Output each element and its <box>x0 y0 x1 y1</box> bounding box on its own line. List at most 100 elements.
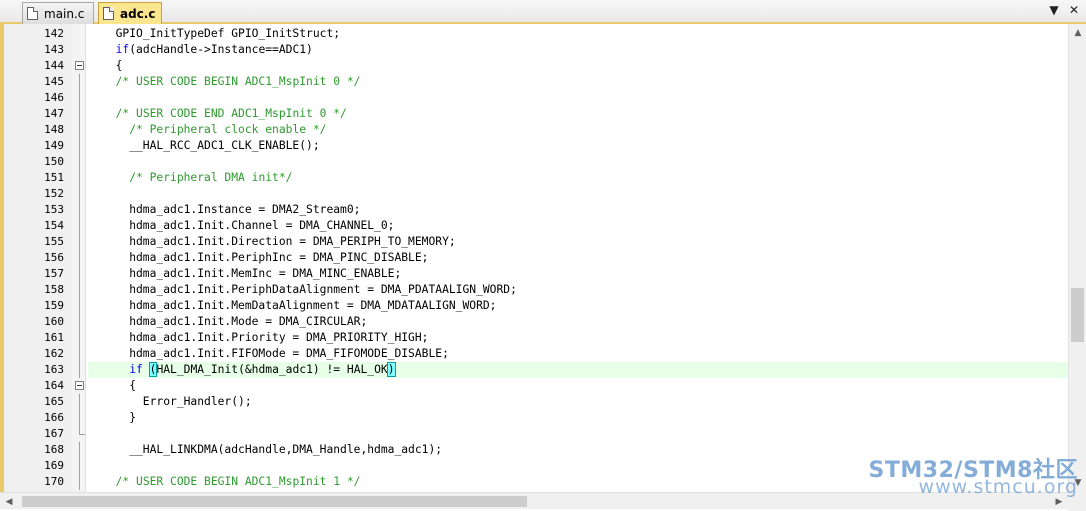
code-line[interactable]: 161 hdma_adc1.Init.Priority = DMA_PRIORI… <box>4 330 1068 346</box>
code-token: Error_Handler(); <box>102 395 252 408</box>
code-line[interactable]: 148 /* Peripheral clock enable */ <box>4 122 1068 138</box>
code-line[interactable]: 146 <box>4 90 1068 106</box>
code-text: if (HAL_DMA_Init(&hdma_adc1) != HAL_OK) <box>88 362 1068 378</box>
fold-guide <box>72 170 86 186</box>
vertical-scroll-thumb[interactable] <box>1071 288 1084 342</box>
code-text: hdma_adc1.Init.Priority = DMA_PRIORITY_H… <box>88 330 1068 346</box>
line-number: 157 <box>44 267 64 280</box>
fold-guide <box>72 394 86 410</box>
fold-guide <box>72 346 86 362</box>
code-line[interactable]: 145 /* USER CODE BEGIN ADC1_MspInit 0 */ <box>4 74 1068 90</box>
code-editor[interactable]: 142 GPIO_InitTypeDef GPIO_InitStruct; 143… <box>0 24 1068 492</box>
comment-token: /* USER CODE BEGIN ADC1_MspInit 1 */ <box>115 475 361 488</box>
comment-token: /* Peripheral DMA init*/ <box>129 171 293 184</box>
scroll-up-icon[interactable]: ▲ <box>1069 24 1086 42</box>
scroll-left-icon[interactable]: ◀ <box>0 493 18 511</box>
code-token: } <box>102 411 137 424</box>
code-line[interactable]: 150 <box>4 154 1068 170</box>
code-line[interactable]: 151 /* Peripheral DMA init*/ <box>4 170 1068 186</box>
fold-guide <box>72 138 86 154</box>
code-token: __HAL_LINKDMA(adcHandle,DMA_Handle,hdma_… <box>102 443 443 456</box>
code-line[interactable]: 154 hdma_adc1.Init.Channel = DMA_CHANNEL… <box>4 218 1068 234</box>
code-text: hdma_adc1.Init.PeriphInc = DMA_PINC_DISA… <box>88 250 1068 266</box>
code-token: hdma_adc1.Instance = DMA2_Stream0; <box>102 203 361 216</box>
comment-token: /* USER CODE END ADC1_MspInit 0 */ <box>115 107 347 120</box>
code-token: { <box>102 59 123 72</box>
fold-guide <box>72 218 86 234</box>
code-line[interactable]: 157 hdma_adc1.Init.MemInc = DMA_MINC_ENA… <box>4 266 1068 282</box>
line-number: 144 <box>44 59 64 72</box>
chevron-down-icon[interactable]: ▼ <box>1046 3 1062 17</box>
comment-token: /* Peripheral clock enable */ <box>129 123 327 136</box>
line-number: 146 <box>44 91 64 104</box>
code-line[interactable]: 152 <box>4 186 1068 202</box>
code-line[interactable]: 159 hdma_adc1.Init.MemDataAlignment = DM… <box>4 298 1068 314</box>
fold-guide <box>72 266 86 282</box>
code-line[interactable]: 153 hdma_adc1.Instance = DMA2_Stream0; <box>4 202 1068 218</box>
vertical-scrollbar[interactable]: ▲ ▼ <box>1068 24 1086 492</box>
code-line[interactable]: 158 hdma_adc1.Init.PeriphDataAlignment =… <box>4 282 1068 298</box>
fold-guide <box>72 74 86 90</box>
line-number: 152 <box>44 187 64 200</box>
code-line[interactable]: 165 Error_Handler(); <box>4 394 1068 410</box>
fold-cell <box>72 26 86 42</box>
line-number: 153 <box>44 203 64 216</box>
code-line[interactable]: 143 if(adcHandle->Instance==ADC1) <box>4 42 1068 58</box>
line-number: 170 <box>44 475 64 488</box>
tab-adc-c[interactable]: adc.c <box>98 2 162 24</box>
code-token: hdma_adc1.Init.FIFOMode = DMA_FIFOMODE_D… <box>102 347 449 360</box>
code-line[interactable]: 147 /* USER CODE END ADC1_MspInit 0 */ <box>4 106 1068 122</box>
tab-bar: main.c adc.c ▼ ✕ <box>0 0 1086 24</box>
code-text: hdma_adc1.Init.Direction = DMA_PERIPH_TO… <box>88 234 1068 250</box>
code-text: /* Peripheral clock enable */ <box>88 122 1068 138</box>
fold-collapse-icon[interactable] <box>72 378 86 394</box>
code-text: hdma_adc1.Init.PeriphDataAlignment = DMA… <box>88 282 1068 298</box>
fold-guide <box>72 442 86 458</box>
code-text: hdma_adc1.Init.Mode = DMA_CIRCULAR; <box>88 314 1068 330</box>
close-icon[interactable]: ✕ <box>1066 3 1082 17</box>
line-number: 169 <box>44 459 64 472</box>
code-token: hdma_adc1.Init.MemDataAlignment = DMA_MD… <box>102 299 497 312</box>
fold-guide <box>72 474 86 490</box>
code-token: hdma_adc1.Init.PeriphDataAlignment = DMA… <box>102 283 517 296</box>
horizontal-scrollbar[interactable]: ◀ ▶ <box>0 492 1068 509</box>
code-line[interactable]: 167 <box>4 426 1068 442</box>
file-icon <box>27 7 38 20</box>
code-text: Error_Handler(); <box>88 394 1068 410</box>
comment-token: /* USER CODE BEGIN ADC1_MspInit 0 */ <box>115 75 361 88</box>
code-line[interactable]: 164 { <box>4 378 1068 394</box>
file-icon <box>103 7 114 20</box>
code-line[interactable]: 162 hdma_adc1.Init.FIFOMode = DMA_FIFOMO… <box>4 346 1068 362</box>
code-line[interactable]: 156 hdma_adc1.Init.PeriphInc = DMA_PINC_… <box>4 250 1068 266</box>
line-number: 154 <box>44 219 64 232</box>
code-text: __HAL_RCC_ADC1_CLK_ENABLE(); <box>88 138 1068 154</box>
code-text: { <box>88 378 1068 394</box>
code-line[interactable]: 149 __HAL_RCC_ADC1_CLK_ENABLE(); <box>4 138 1068 154</box>
code-token: { <box>102 379 137 392</box>
tab-main-c[interactable]: main.c <box>22 2 94 24</box>
line-number: 158 <box>44 283 64 296</box>
code-line[interactable]: 160 hdma_adc1.Init.Mode = DMA_CIRCULAR; <box>4 314 1068 330</box>
code-text: /* Peripheral DMA init*/ <box>88 170 1068 186</box>
fold-guide <box>72 410 86 426</box>
code-text: /* USER CODE BEGIN ADC1_MspInit 0 */ <box>88 74 1068 90</box>
line-number: 147 <box>44 107 64 120</box>
code-line[interactable]: 144 { <box>4 58 1068 74</box>
code-line[interactable]: 142 GPIO_InitTypeDef GPIO_InitStruct; <box>4 26 1068 42</box>
line-number: 166 <box>44 411 64 424</box>
code-line[interactable]: 166 } <box>4 410 1068 426</box>
fold-collapse-icon[interactable] <box>72 58 86 74</box>
horizontal-scroll-thumb[interactable] <box>22 496 527 507</box>
code-line[interactable]: 155 hdma_adc1.Init.Direction = DMA_PERIP… <box>4 234 1068 250</box>
fold-guide <box>72 106 86 122</box>
code-line[interactable]: 163 if (HAL_DMA_Init(&hdma_adc1) != HAL_… <box>4 362 1068 378</box>
